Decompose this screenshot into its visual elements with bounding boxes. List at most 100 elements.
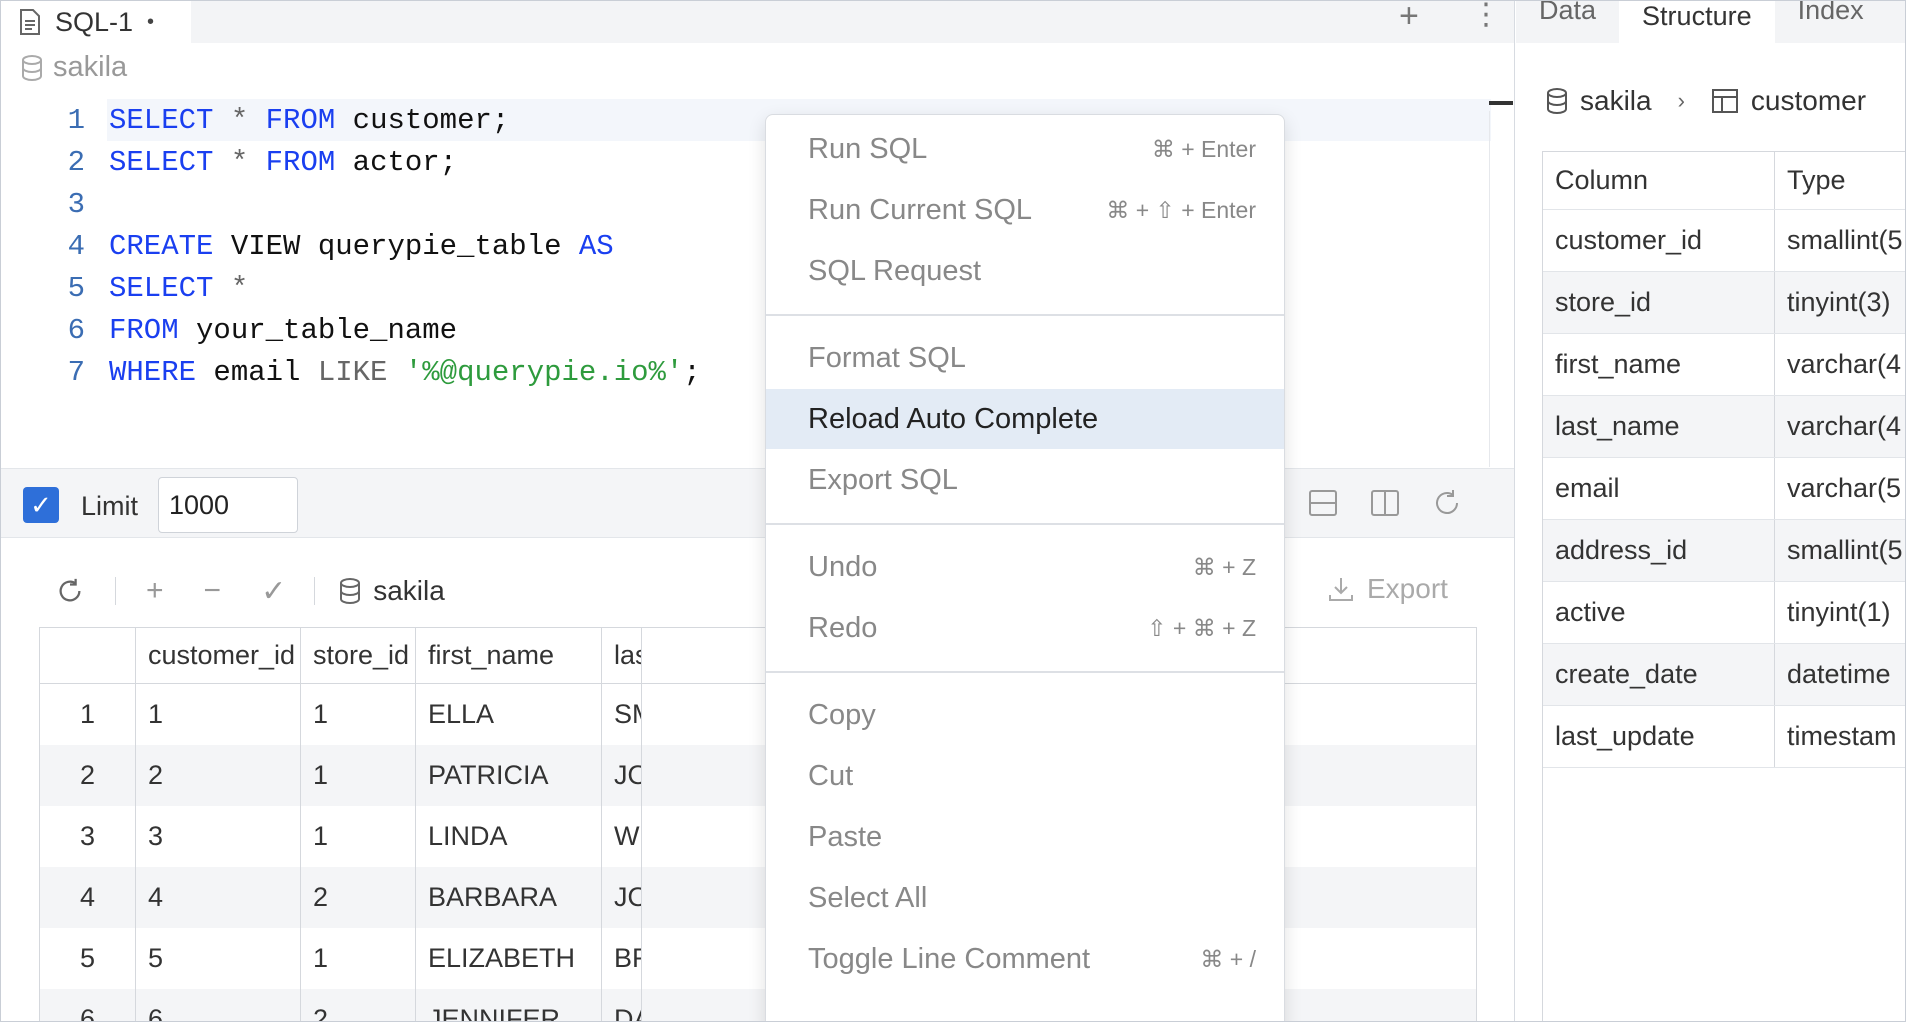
table-cell[interactable]: 2 (301, 989, 416, 1021)
row-number[interactable]: 5 (40, 928, 136, 989)
table-cell[interactable]: 1 (301, 806, 416, 867)
menu-item-paste[interactable]: Paste (766, 807, 1284, 867)
row-number-header[interactable] (40, 628, 136, 683)
table-cell[interactable]: 2 (136, 745, 301, 806)
field-type: smallint(5 (1787, 535, 1903, 565)
export-button[interactable]: Export (1327, 573, 1448, 605)
row-number[interactable]: 6 (40, 989, 136, 1021)
code-line[interactable]: 4 CREATE VIEW querypie_table AS (1, 225, 614, 267)
table-cell[interactable]: JO (602, 745, 642, 806)
structure-row[interactable]: active tinyint(1) (1543, 582, 1905, 644)
line-number: 7 (67, 355, 85, 389)
database-icon (22, 54, 42, 81)
limit-checkbox[interactable]: ✓ (23, 487, 59, 523)
menu-item-select-all[interactable]: Select All (766, 868, 1284, 928)
structure-row[interactable]: store_id tinyint(3) (1543, 272, 1905, 334)
table-cell[interactable]: PATRICIA (416, 745, 602, 806)
structure-row[interactable]: address_id smallint(5 (1543, 520, 1905, 582)
limit-input[interactable] (158, 477, 298, 533)
table-cell[interactable]: BR (602, 928, 642, 989)
menu-item-toggle-line-comment[interactable]: Toggle Line Comment ⌘ + / (766, 929, 1284, 989)
sql-keyword: WHERE (109, 355, 197, 389)
structure-row[interactable]: create_date datetime (1543, 644, 1905, 706)
code-line[interactable]: 5 SELECT * (1, 267, 249, 309)
reload-results-icon[interactable] (55, 576, 85, 606)
table-cell[interactable]: ELIZABETH (416, 928, 602, 989)
structure-row[interactable]: last_update timestam (1543, 706, 1905, 768)
export-label: Export (1367, 573, 1448, 604)
table-cell[interactable]: 3 (136, 806, 301, 867)
column-header[interactable]: Column (1543, 152, 1775, 209)
tab-structure[interactable]: Structure (1619, 1, 1775, 43)
table-cell[interactable]: 6 (136, 989, 301, 1021)
menu-item-label: Select All (808, 881, 928, 914)
code-line[interactable]: 7 WHERE email LIKE '%@querypie.io%'; (1, 351, 701, 393)
code-line[interactable]: 1 SELECT * FROM customer; (1, 99, 510, 141)
menu-item-cut[interactable]: Cut (766, 746, 1284, 806)
menu-item-run-sql[interactable]: Run SQL ⌘ + Enter (766, 119, 1284, 179)
table-cell[interactable]: DA (602, 989, 642, 1021)
breadcrumb-table[interactable]: customer (1751, 85, 1866, 117)
structure-row[interactable]: first_name varchar(4 (1543, 334, 1905, 396)
type-header[interactable]: Type (1775, 152, 1905, 209)
tab-data[interactable]: Data (1516, 1, 1619, 31)
table-cell[interactable]: JO (602, 867, 642, 928)
code-line[interactable]: 3 (1, 183, 109, 225)
menu-item-export-sql[interactable]: Export SQL (766, 450, 1284, 510)
row-number[interactable]: 3 (40, 806, 136, 867)
field-type: varchar(4 (1787, 349, 1902, 379)
table-cell[interactable]: 1 (301, 684, 416, 745)
table-cell[interactable]: BARBARA (416, 867, 602, 928)
row-number[interactable]: 2 (40, 745, 136, 806)
row-number[interactable]: 4 (40, 867, 136, 928)
code-line[interactable]: 6 FROM your_table_name (1, 309, 457, 351)
menu-item-copy[interactable]: Copy (766, 685, 1284, 745)
row-number[interactable]: 1 (40, 684, 136, 745)
structure-row[interactable]: last_name varchar(4 (1543, 396, 1905, 458)
table-cell[interactable]: ELLA (416, 684, 602, 745)
code-line[interactable]: 2 SELECT * FROM actor; (1, 141, 458, 183)
split-horizontal-icon[interactable] (1307, 487, 1339, 519)
new-tab-button[interactable]: + (1399, 1, 1419, 36)
table-cell[interactable]: 1 (136, 684, 301, 745)
sql-token: * (230, 145, 249, 179)
table-cell[interactable]: W (602, 806, 642, 867)
editor-scrollbar-track[interactable] (1489, 111, 1490, 467)
refresh-icon[interactable] (1431, 487, 1463, 519)
more-options-icon[interactable]: ⋮ (1471, 1, 1501, 32)
tab-index[interactable]: Index (1775, 1, 1887, 31)
remove-row-icon[interactable]: − (204, 574, 222, 608)
menu-item-reload-auto-complete[interactable]: Reload Auto Complete (766, 389, 1284, 449)
structure-row[interactable]: customer_id smallint(5 (1543, 210, 1905, 272)
menu-item-label: Run Current SQL (808, 193, 1033, 226)
tab-sql-1[interactable]: SQL-1 • (1, 1, 191, 43)
table-cell[interactable]: 1 (301, 745, 416, 806)
menu-item-format-sql[interactable]: Format SQL (766, 328, 1284, 388)
column-header[interactable]: las (602, 628, 642, 683)
editor-scrollbar-marker[interactable] (1489, 101, 1513, 105)
table-cell[interactable]: 1 (301, 928, 416, 989)
field-type: varchar(4 (1787, 411, 1902, 441)
table-cell[interactable]: JENNIFER (416, 989, 602, 1021)
commit-icon[interactable]: ✓ (261, 574, 286, 609)
split-vertical-icon[interactable] (1369, 487, 1401, 519)
table-cell[interactable]: SM (602, 684, 642, 745)
table-cell[interactable]: 5 (136, 928, 301, 989)
menu-item-undo[interactable]: Undo ⌘ + Z (766, 537, 1284, 597)
add-row-icon[interactable]: + (146, 574, 164, 608)
menu-item-sql-request[interactable]: SQL Request (766, 241, 1284, 301)
menu-item-redo[interactable]: Redo ⇧ + ⌘ + Z (766, 598, 1284, 658)
structure-row[interactable]: email varchar(5 (1543, 458, 1905, 520)
table-cell[interactable]: 2 (301, 867, 416, 928)
menu-item-label: Run SQL (808, 132, 928, 165)
table-cell[interactable]: LINDA (416, 806, 602, 867)
column-header[interactable]: customer_id (136, 628, 301, 683)
column-header[interactable]: first_name (416, 628, 602, 683)
breadcrumb-db[interactable]: sakila (1580, 85, 1652, 117)
column-header[interactable]: store_id (301, 628, 416, 683)
results-database-name: sakila (373, 575, 445, 606)
table-cell[interactable]: 4 (136, 867, 301, 928)
sql-keyword: FROM (265, 145, 336, 179)
menu-item-run-current-sql[interactable]: Run Current SQL ⌘ + ⇧ + Enter (766, 180, 1284, 240)
